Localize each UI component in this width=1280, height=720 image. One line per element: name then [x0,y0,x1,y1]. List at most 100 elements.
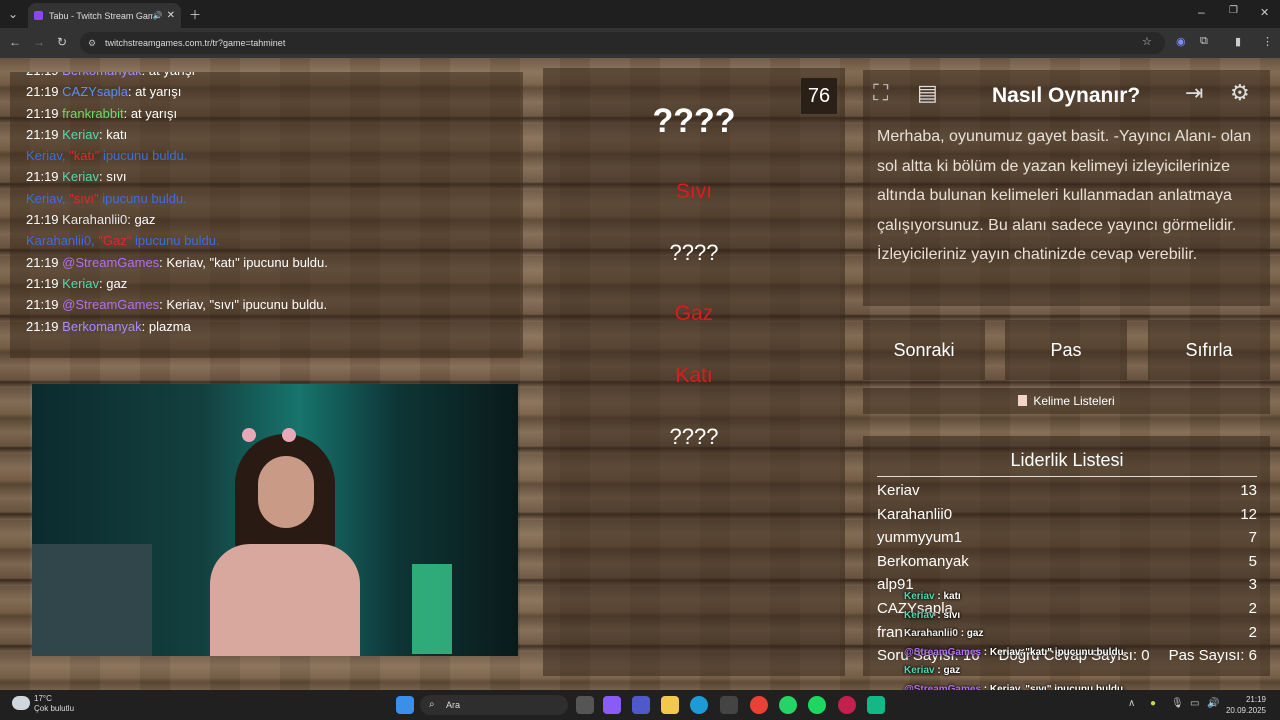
copilot-icon[interactable] [603,696,621,714]
chat-message: 21:19 frankrabbit: at yarışı [26,105,178,121]
chat-username: Berkomanyak [62,72,141,78]
whatsapp-icon[interactable] [779,696,797,714]
new-tab-icon[interactable]: ＋ [189,6,201,23]
leaderboard-row: Karahanlii0 12 [877,506,1257,523]
file-explorer-icon[interactable] [661,696,679,714]
pass-button[interactable]: Pas [1005,320,1127,380]
exit-icon[interactable]: ⇥ [1185,80,1203,106]
menu-kebab-icon[interactable]: ⋮ [1262,35,1273,48]
next-button[interactable]: Sonraki [863,320,985,380]
chat-text: gaz [134,212,156,228]
reload-icon[interactable]: ↻ [57,35,67,49]
fullscreen-icon[interactable]: ⛶ [873,80,888,106]
player-score: 7 [1248,529,1257,547]
volume-icon[interactable]: 🔊 [1207,698,1219,709]
overlay-message: Keriav : katı [904,588,1144,607]
chat-username: frankrabbit [62,105,124,121]
search-icon: ⌕ [429,699,435,710]
extensions-puzzle-icon[interactable]: ⧉ [1200,35,1208,48]
game-stage: 21:19 Berkomanyak: at yarışı 21:19 CAZYsa… [0,58,1280,690]
player-score: 5 [1248,552,1257,570]
chat-text: at yarışı [135,84,182,100]
window-close-icon[interactable]: ✕ [1260,6,1269,19]
profile-avatar-icon[interactable]: ▮ [1235,35,1241,48]
chat-time: 21:19 [26,169,59,185]
opera-icon[interactable] [838,696,856,714]
chat-username: @StreamGames [62,297,160,313]
edge-icon[interactable] [690,696,708,714]
chat-message: 21:19 Keriav: katı [26,126,128,142]
task-view-icon[interactable] [576,696,594,714]
hint-word: Sıvı [675,180,713,203]
chat-username: Keriav [62,126,100,142]
search-label: Ara [446,700,461,710]
windows-start-icon[interactable] [396,696,414,714]
word-lists-button[interactable]: Kelime Listeleri [863,388,1270,414]
player-name: Berkomanyak [877,552,969,570]
overlay-text: : gaz [957,628,984,639]
chat-text: gaz [106,275,128,291]
main-word: ???? [652,102,736,140]
forward-arrow-icon[interactable]: → [33,35,45,49]
site-info-icon[interactable]: ⚙ [88,32,96,54]
chat-time: 21:19 [26,84,59,100]
pass-count: Pas Sayısı: 6 [1168,647,1257,664]
chat-text: katı [106,126,128,142]
chat-username: Keriav [26,190,62,206]
windows-taskbar: 17°C Çok bulutlu ⌕ Ara ∧ ● 🎙 ▭ 🔊 21:19 20… [0,690,1280,720]
chat-overlay: Keriav : katı Keriav : sıvı Karahanlii0 : … [904,588,1144,690]
chat-time: 21:19 [26,297,59,313]
network-icon[interactable]: ▭ [1190,698,1199,709]
chat-message: 21:19 @StreamGames: Keriav, "sıvı" ipucu… [26,297,328,313]
weather-condition: Çok bulutlu [34,704,75,713]
chat-message: 21:19 Berkomanyak: at yarışı [26,72,523,81]
overlay-message: Keriav : sıvı [904,607,1144,626]
player-name: Keriav [877,482,920,499]
bookmark-star-icon[interactable]: ☆ [1142,35,1152,48]
browser-tab-bar: ⌄ Tabu - Twitch Stream Games 🔊 ✕ ＋ – ❐ ✕ [0,0,1280,28]
tab-close-icon[interactable]: ✕ [167,10,175,21]
settings-gear-icon[interactable]: ⚙ [1230,80,1250,106]
back-arrow-icon[interactable]: ← [9,35,21,49]
tray-app-icon[interactable]: ● [1150,698,1156,709]
extension-icon[interactable]: ◉ [1176,35,1186,48]
weather-widget[interactable]: 17°C Çok bulutlu [12,694,74,714]
player-score: 2 [1248,623,1257,641]
player-name: fran [877,623,903,641]
leaderboard-row: Keriav 13 [877,482,1257,499]
chat-username: Karahanlii0 [62,212,128,228]
chat-username: Berkomanyak [62,318,142,334]
clock-date: 20.09.2025 [1225,706,1266,715]
chat-message: 21:19 CAZYsapla: at yarışı [26,84,182,100]
notes-icon[interactable]: ▤ [917,80,938,106]
taskbar-search[interactable]: ⌕ Ara [420,695,568,715]
chat-panel: 21:19 Berkomanyak: at yarışı 21:19 CAZYsa… [10,72,523,358]
browser-tab-active[interactable]: Tabu - Twitch Stream Games 🔊 ✕ [28,3,181,28]
chrome-icon[interactable] [750,696,768,714]
chat-username: Keriav [62,169,100,185]
taskbar-clock[interactable]: 21:19 20.09.2025 [1226,694,1266,716]
streamer-figure [210,434,360,656]
minimize-icon[interactable]: – [1198,5,1205,19]
url-bar[interactable]: ⚙ twitchstreamgames.com.tr/tr?game=tahmi… [80,32,1165,54]
restore-icon[interactable]: ❐ [1229,5,1238,16]
speaker-icon[interactable]: 🔊 [153,11,163,20]
overlay-username: Keriav [904,665,935,676]
chat-username: Keriav [26,148,62,164]
microphone-icon[interactable]: 🎙 [1171,698,1184,709]
app-icon[interactable] [867,696,885,714]
overlay-text: : gaz [934,665,961,676]
overlay-username: Keriav [904,609,935,621]
chat-message: Keriav, "katı" ipucunu buldu. [26,148,188,164]
reset-button[interactable]: Sıfırla [1148,320,1270,380]
teams-icon[interactable] [632,696,650,714]
spotify-icon[interactable] [808,696,826,714]
store-icon[interactable] [720,696,738,714]
leaderboard-title: Liderlik Listesi [877,450,1257,477]
player-score: 3 [1248,576,1257,594]
tray-chevron-icon[interactable]: ∧ [1128,698,1135,709]
chat-message: Karahanlii0, "Gaz" ipucunu buldu. [26,233,220,249]
chat-text: Keriav, "sıvı" ipucunu buldu. [166,297,328,313]
chat-text: at yarışı [130,105,178,121]
tab-list-chevron-icon[interactable]: ⌄ [8,7,18,21]
